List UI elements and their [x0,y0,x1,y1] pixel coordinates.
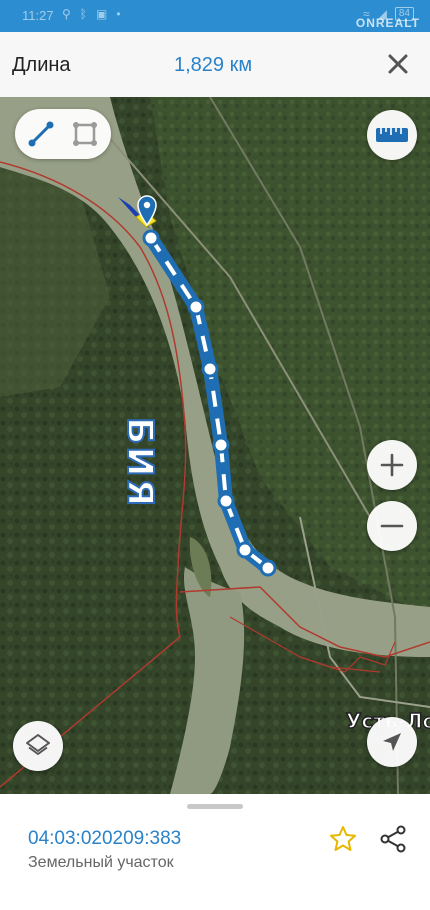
bluetooth-icon: ᛒ [79,7,87,21]
image-icon: ▣ [96,7,108,21]
plus-icon [380,453,404,477]
satellite-map [0,97,430,794]
dot-icon: • [116,7,121,21]
zoom-in-button[interactable] [367,440,417,490]
layers-button[interactable] [13,721,63,771]
ruler-button[interactable] [367,110,417,160]
polygon-icon [73,122,97,146]
map-view[interactable]: БИЯ Усть-Ло [0,97,430,794]
watermark: ONREALT [355,16,420,30]
route-point[interactable] [142,229,160,247]
route-point[interactable] [259,559,277,577]
close-button[interactable] [386,52,410,76]
status-bar: 11:27 ⚲ ᛒ ▣ • ≈ ◢ 84 ONREALT [0,0,430,32]
river-label: БИЯ [118,416,161,509]
route-point[interactable] [187,298,205,316]
polygon-mode-button[interactable] [71,120,99,148]
share-button[interactable] [378,824,408,854]
line-icon [28,121,54,147]
layers-icon [26,734,50,755]
navigation-arrow-icon [383,733,401,751]
route-point[interactable] [201,360,219,378]
share-icon [380,825,406,853]
locate-button[interactable] [367,717,417,767]
measure-mode-toggle [15,109,111,159]
measure-header: Длина 1,829 км [0,32,430,97]
line-mode-button[interactable] [27,120,55,148]
measure-label: Длина [12,54,71,76]
ruler-icon [376,128,408,142]
location-icon: ⚲ [62,7,71,21]
route-point[interactable] [236,541,254,559]
favorite-button[interactable] [328,824,358,854]
measure-value: 1,829 км [174,54,253,76]
parcel-type: Земельный участок [28,854,174,871]
minus-icon [380,524,404,528]
route-point[interactable] [217,492,235,510]
status-left-icons: ⚲ ᛒ ▣ • [62,7,121,21]
parcel-sheet[interactable]: 04:03:020209:383 Земельный участок [0,794,430,910]
star-icon [330,826,356,851]
zoom-out-button[interactable] [367,501,417,551]
close-icon [388,54,408,74]
sheet-drag-handle[interactable] [187,804,243,809]
route-point[interactable] [212,436,230,454]
cadastral-number[interactable]: 04:03:020209:383 [28,828,181,850]
status-time: 11:27 [22,8,54,23]
